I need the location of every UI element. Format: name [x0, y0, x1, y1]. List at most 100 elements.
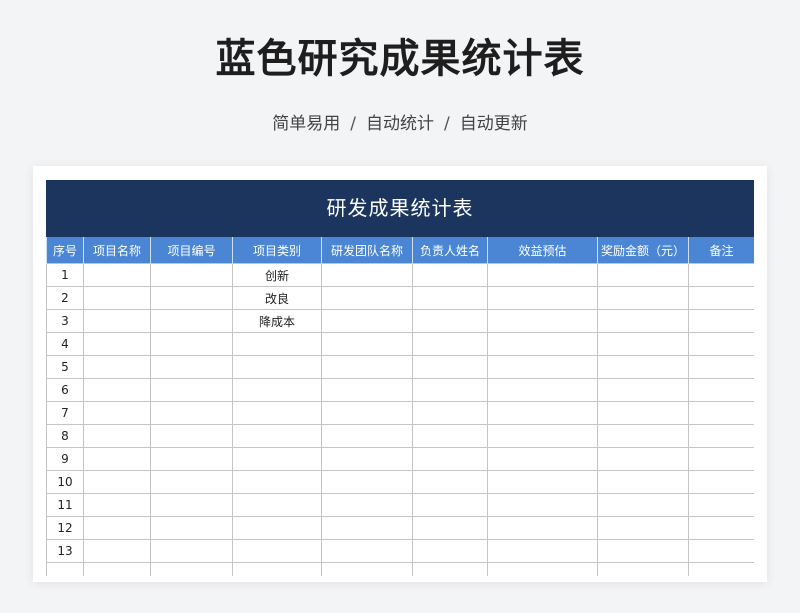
- table-cell-reward-amount[interactable]: [597, 493, 689, 517]
- table-cell-project-name[interactable]: [83, 424, 151, 448]
- table-cell-seq[interactable]: [46, 562, 84, 576]
- table-cell-project-number[interactable]: [150, 447, 233, 471]
- table-cell-remarks[interactable]: [688, 516, 754, 540]
- table-cell-project-number[interactable]: [150, 355, 233, 379]
- table-cell-reward-amount[interactable]: [597, 309, 689, 333]
- table-cell-project-category[interactable]: [232, 332, 322, 356]
- table-cell-project-category[interactable]: [232, 539, 322, 563]
- table-cell-project-number[interactable]: [150, 470, 233, 494]
- table-cell-benefit-estimate[interactable]: [487, 424, 598, 448]
- column-header-benefit-estimate[interactable]: 效益预估: [487, 237, 598, 264]
- table-cell-leader-name[interactable]: [412, 470, 488, 494]
- table-cell-project-category[interactable]: 改良: [232, 286, 322, 310]
- table-cell-team-name[interactable]: [321, 493, 413, 517]
- table-cell-team-name[interactable]: [321, 309, 413, 333]
- table-cell-team-name[interactable]: [321, 539, 413, 563]
- table-cell-project-category[interactable]: [232, 401, 322, 425]
- column-header-project-number[interactable]: 项目编号: [150, 237, 233, 264]
- column-header-leader-name[interactable]: 负责人姓名: [412, 237, 488, 264]
- table-cell-benefit-estimate[interactable]: [487, 286, 598, 310]
- table-cell-reward-amount[interactable]: [597, 332, 689, 356]
- table-cell-team-name[interactable]: [321, 470, 413, 494]
- table-cell-reward-amount[interactable]: [597, 286, 689, 310]
- table-cell-remarks[interactable]: [688, 493, 754, 517]
- table-cell-project-number[interactable]: [150, 332, 233, 356]
- table-cell-team-name[interactable]: [321, 516, 413, 540]
- column-header-seq[interactable]: 序号: [46, 237, 84, 264]
- table-cell-seq[interactable]: 11: [46, 493, 84, 517]
- table-cell-benefit-estimate[interactable]: [487, 562, 598, 576]
- table-cell-team-name[interactable]: [321, 424, 413, 448]
- table-cell-leader-name[interactable]: [412, 493, 488, 517]
- table-cell-leader-name[interactable]: [412, 424, 488, 448]
- table-cell-project-name[interactable]: [83, 516, 151, 540]
- table-cell-reward-amount[interactable]: [597, 539, 689, 563]
- table-cell-remarks[interactable]: [688, 355, 754, 379]
- table-cell-remarks[interactable]: [688, 332, 754, 356]
- table-cell-project-category[interactable]: 创新: [232, 263, 322, 287]
- table-cell-seq[interactable]: 10: [46, 470, 84, 494]
- table-cell-seq[interactable]: 5: [46, 355, 84, 379]
- table-cell-project-number[interactable]: [150, 401, 233, 425]
- table-cell-benefit-estimate[interactable]: [487, 447, 598, 471]
- table-cell-project-category[interactable]: [232, 516, 322, 540]
- table-cell-benefit-estimate[interactable]: [487, 539, 598, 563]
- table-cell-benefit-estimate[interactable]: [487, 378, 598, 402]
- column-header-reward-amount[interactable]: 奖励金额（元）: [597, 237, 689, 264]
- table-cell-benefit-estimate[interactable]: [487, 493, 598, 517]
- table-cell-seq[interactable]: 9: [46, 447, 84, 471]
- table-cell-project-number[interactable]: [150, 378, 233, 402]
- table-cell-seq[interactable]: 8: [46, 424, 84, 448]
- table-cell-project-number[interactable]: [150, 263, 233, 287]
- table-cell-reward-amount[interactable]: [597, 355, 689, 379]
- table-cell-reward-amount[interactable]: [597, 401, 689, 425]
- table-cell-reward-amount[interactable]: [597, 263, 689, 287]
- table-cell-project-number[interactable]: [150, 562, 233, 576]
- table-cell-benefit-estimate[interactable]: [487, 332, 598, 356]
- table-cell-project-number[interactable]: [150, 516, 233, 540]
- table-cell-reward-amount[interactable]: [597, 562, 689, 576]
- table-cell-project-number[interactable]: [150, 493, 233, 517]
- column-header-remarks[interactable]: 备注: [688, 237, 754, 264]
- table-cell-remarks[interactable]: [688, 447, 754, 471]
- table-cell-project-name[interactable]: [83, 332, 151, 356]
- table-cell-remarks[interactable]: [688, 539, 754, 563]
- table-cell-leader-name[interactable]: [412, 263, 488, 287]
- table-cell-project-category[interactable]: [232, 424, 322, 448]
- table-cell-team-name[interactable]: [321, 401, 413, 425]
- table-cell-project-name[interactable]: [83, 378, 151, 402]
- table-cell-remarks[interactable]: [688, 263, 754, 287]
- table-cell-benefit-estimate[interactable]: [487, 309, 598, 333]
- column-header-team-name[interactable]: 研发团队名称: [321, 237, 413, 264]
- table-cell-project-name[interactable]: [83, 355, 151, 379]
- table-cell-leader-name[interactable]: [412, 286, 488, 310]
- table-cell-team-name[interactable]: [321, 332, 413, 356]
- table-cell-project-name[interactable]: [83, 309, 151, 333]
- table-cell-remarks[interactable]: [688, 424, 754, 448]
- table-cell-remarks[interactable]: [688, 309, 754, 333]
- table-cell-seq[interactable]: 2: [46, 286, 84, 310]
- table-cell-seq[interactable]: 12: [46, 516, 84, 540]
- table-cell-leader-name[interactable]: [412, 309, 488, 333]
- table-cell-leader-name[interactable]: [412, 401, 488, 425]
- table-cell-benefit-estimate[interactable]: [487, 401, 598, 425]
- table-cell-reward-amount[interactable]: [597, 378, 689, 402]
- table-cell-team-name[interactable]: [321, 263, 413, 287]
- table-cell-remarks[interactable]: [688, 562, 754, 576]
- table-cell-project-name[interactable]: [83, 493, 151, 517]
- table-cell-benefit-estimate[interactable]: [487, 355, 598, 379]
- table-cell-project-category[interactable]: [232, 493, 322, 517]
- table-cell-seq[interactable]: 13: [46, 539, 84, 563]
- table-cell-project-category[interactable]: [232, 562, 322, 576]
- table-cell-benefit-estimate[interactable]: [487, 263, 598, 287]
- table-cell-project-number[interactable]: [150, 424, 233, 448]
- table-cell-leader-name[interactable]: [412, 447, 488, 471]
- table-cell-remarks[interactable]: [688, 286, 754, 310]
- table-cell-remarks[interactable]: [688, 470, 754, 494]
- table-cell-remarks[interactable]: [688, 378, 754, 402]
- table-cell-leader-name[interactable]: [412, 562, 488, 576]
- table-cell-seq[interactable]: 1: [46, 263, 84, 287]
- table-cell-leader-name[interactable]: [412, 539, 488, 563]
- table-cell-leader-name[interactable]: [412, 378, 488, 402]
- table-cell-reward-amount[interactable]: [597, 424, 689, 448]
